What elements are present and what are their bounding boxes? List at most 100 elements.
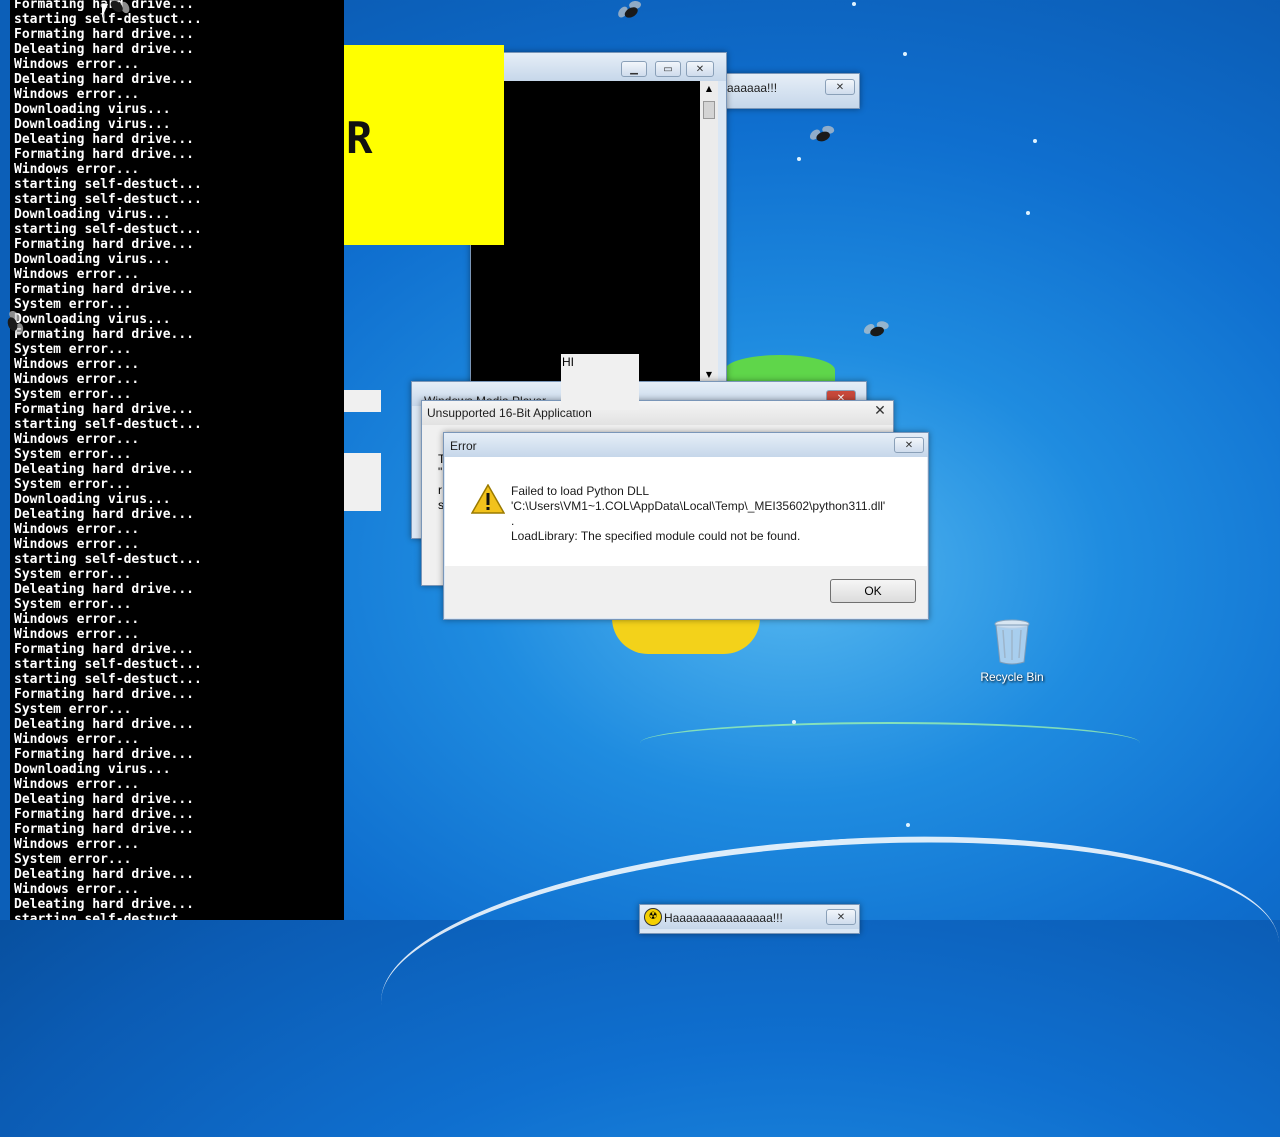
console-line: Deleating hard drive... [14, 507, 195, 522]
hi-box: HI [561, 354, 639, 410]
error-title: Error [450, 439, 477, 453]
console-line: Downloading virus... [14, 492, 171, 507]
console-line: Formating hard drive... [14, 687, 195, 702]
scrollbar[interactable]: ▲ ▼ [700, 81, 718, 383]
wallpaper-swoosh [371, 808, 1280, 1137]
sparkle [903, 52, 907, 56]
console-line: Downloading virus... [14, 207, 171, 222]
sparkle [906, 823, 910, 827]
wallpaper-swoosh-thin [640, 722, 1140, 764]
recycle-bin-icon [994, 619, 1030, 665]
console-line: starting self-destuct... [14, 177, 202, 192]
sparkle [797, 157, 801, 161]
console-line: System error... [14, 387, 132, 402]
radiation-icon: ☢ [644, 908, 662, 926]
console-line: System error... [14, 597, 132, 612]
recycle-bin-label: Recycle Bin [980, 670, 1044, 684]
hi-text: HI [562, 355, 574, 369]
console-line: Deleating hard drive... [14, 717, 195, 732]
ok-button[interactable]: OK [830, 579, 916, 603]
console-line: Windows error... [14, 777, 140, 792]
dialog-fragment: r [438, 483, 442, 497]
console-line: Deleating hard drive... [14, 462, 195, 477]
error-body: Failed to load Python DLL 'C:\Users\VM1~… [445, 457, 927, 567]
console-line: Windows error... [14, 522, 140, 537]
console-line: Windows error... [14, 357, 140, 372]
console-line: Formating hard drive... [14, 747, 195, 762]
console-window[interactable]: Formating hard drive... starting self-des… [0, 0, 344, 920]
console-line: Formating hard drive... [14, 27, 195, 42]
hidden-window-stub [344, 453, 381, 511]
yellow-window: R [344, 45, 504, 245]
popup-window-top[interactable]: aaaaaa!!! ✕ [720, 73, 860, 109]
console-line: Formating hard drive... [14, 822, 195, 837]
dialog-fragment: " [438, 465, 443, 479]
console-line: Windows error... [14, 627, 140, 642]
close-button[interactable]: ✕ [894, 437, 924, 453]
console-line: System error... [14, 342, 132, 357]
console-line: System error... [14, 852, 132, 867]
console-line: Deleating hard drive... [14, 897, 195, 912]
console-line: Windows error... [14, 612, 140, 627]
console-line: Windows error... [14, 162, 140, 177]
console-line: Deleating hard drive... [14, 132, 195, 147]
fly-icon [807, 124, 838, 148]
console-line: Windows error... [14, 372, 140, 387]
console-line: System error... [14, 297, 132, 312]
error-footer: OK [445, 566, 927, 618]
popup-window-bottom[interactable]: ☢ Haaaaaaaaaaaaaaa!!! ✕ [639, 904, 860, 934]
console-line: Windows error... [14, 267, 140, 282]
console-line: Formating hard drive... [14, 402, 195, 417]
console-line: Formating hard drive... [14, 147, 195, 162]
console-line: Windows error... [14, 837, 140, 852]
console-line: Deleating hard drive... [14, 867, 195, 882]
console-line: starting self-destuct... [14, 657, 202, 672]
console-line: Downloading virus... [14, 117, 171, 132]
hidden-window-stub [344, 390, 381, 412]
console-line: Downloading virus... [14, 762, 171, 777]
console-window-2[interactable]: ▁ ▭ ✕ ▲ ▼ [470, 52, 727, 392]
error-dialog[interactable]: Error ✕ Failed to load Python DLL 'C:\Us… [443, 432, 929, 620]
scroll-up-arrow-icon[interactable]: ▲ [700, 81, 718, 97]
close-button[interactable]: ✕ [686, 61, 714, 77]
warning-icon [471, 484, 505, 514]
sparkle [852, 2, 856, 6]
console-line: Windows error... [14, 882, 140, 897]
close-button[interactable]: ✕ [870, 404, 890, 420]
minimize-button[interactable]: ▁ [621, 61, 647, 77]
desktop-strip [0, 0, 10, 920]
console-line: Formating hard drive... [14, 237, 195, 252]
console-line: Formating hard drive... [14, 282, 195, 297]
close-button[interactable]: ✕ [826, 909, 856, 925]
error-message: Failed to load Python DLL 'C:\Users\VM1~… [511, 484, 886, 543]
console-line: Windows error... [14, 57, 140, 72]
console-line: Windows error... [14, 537, 140, 552]
wallpaper-logo-yellow [612, 618, 760, 654]
sparkle [792, 720, 796, 724]
sparkle [1026, 211, 1030, 215]
console-content [471, 81, 700, 383]
console-line: starting self-destuct... [14, 222, 202, 237]
maximize-button[interactable]: ▭ [655, 61, 681, 77]
console-line: starting self-destuct... [14, 552, 202, 567]
console-line: Windows error... [14, 87, 140, 102]
console-line: Deleating hard drive... [14, 72, 195, 87]
console-line: System error... [14, 702, 132, 717]
close-button[interactable]: ✕ [825, 79, 855, 95]
fly-icon [616, 0, 647, 25]
console-line: Formating hard drive... [14, 642, 195, 657]
recycle-bin[interactable]: Recycle Bin [976, 618, 1048, 684]
scroll-thumb[interactable] [703, 101, 715, 119]
sparkle [1033, 139, 1037, 143]
console-line: starting self-destuct... [14, 672, 202, 687]
console-line: Formating hard drive... [14, 327, 195, 342]
yellow-window-letter: R [346, 113, 373, 164]
console-line: Formating hard drive... [14, 807, 195, 822]
console-output: Formating hard drive... starting self-des… [14, 0, 202, 920]
console-line: System error... [14, 477, 132, 492]
console-line: Deleating hard drive... [14, 582, 195, 597]
mouse-cursor-icon [102, 4, 108, 18]
console-line: Downloading virus... [14, 312, 171, 327]
popup-title: aaaaaa!!! [727, 81, 778, 95]
console-line: starting self-destuct... [14, 417, 202, 432]
